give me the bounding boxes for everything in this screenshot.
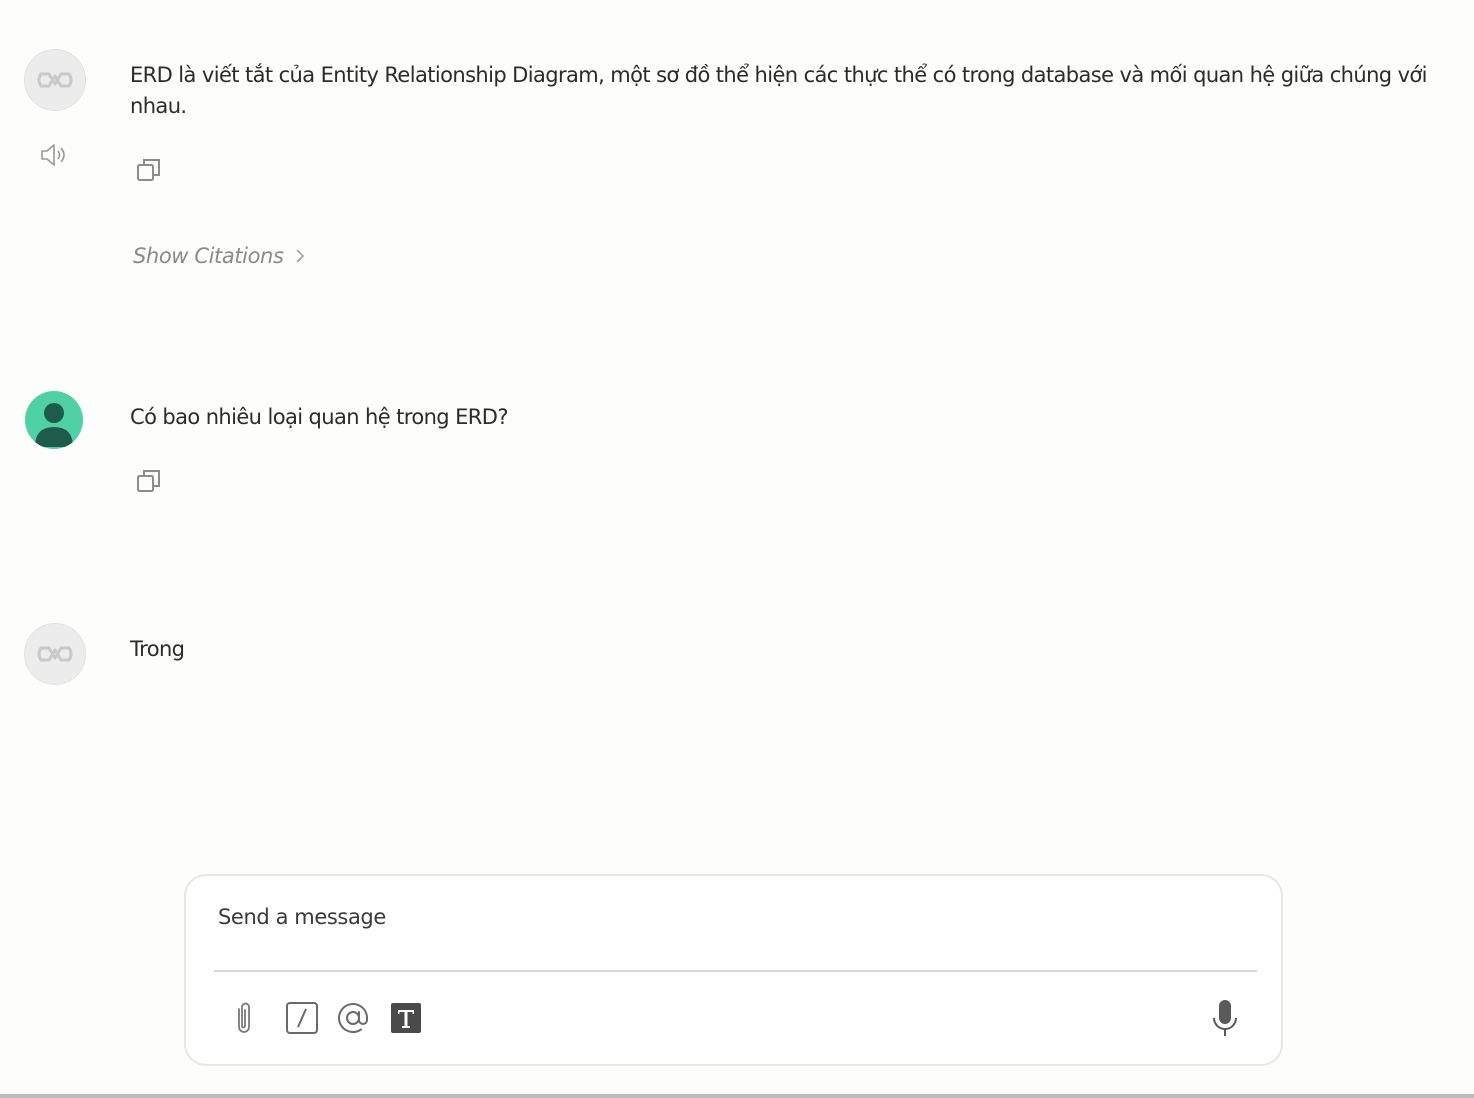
bot-logo-icon	[37, 72, 73, 88]
bot-avatar	[24, 623, 86, 685]
microphone-icon	[1213, 1000, 1237, 1036]
user-message-text: Có bao nhiêu loại quan hệ trong ERD?	[130, 405, 508, 429]
bottom-border	[0, 1094, 1474, 1098]
assistant-message-text: ERD là viết tắt của Entity Relationship …	[130, 63, 1428, 118]
message-input[interactable]	[216, 896, 1250, 938]
slash-command-icon	[286, 1002, 318, 1034]
copy-button[interactable]	[132, 464, 166, 498]
chat-thread: ERD là viết tắt của Entity Relationship …	[0, 0, 1474, 860]
slash-command-button[interactable]	[282, 998, 322, 1038]
message-composer	[184, 874, 1283, 1066]
user-icon	[35, 403, 73, 447]
copy-button[interactable]	[132, 153, 166, 187]
speaker-icon	[41, 144, 65, 166]
show-citations-label: Show Citations	[133, 244, 284, 268]
text-format-icon	[391, 1003, 421, 1033]
chevron-right-icon	[295, 249, 304, 263]
speaker-button[interactable]	[38, 138, 72, 172]
composer-divider	[214, 970, 1257, 972]
text-format-button[interactable]	[386, 998, 426, 1038]
show-citations-link[interactable]: Show Citations	[133, 244, 306, 268]
bot-logo-icon	[37, 646, 73, 662]
copy-icon	[137, 159, 160, 181]
copy-icon	[137, 470, 160, 492]
assistant-message-text: Trong	[130, 637, 185, 661]
mention-icon	[338, 1003, 368, 1033]
bot-avatar	[24, 49, 86, 111]
paperclip-icon	[238, 1002, 250, 1033]
user-avatar	[25, 391, 83, 449]
voice-input-button[interactable]	[1205, 998, 1245, 1038]
attach-button[interactable]	[224, 998, 264, 1038]
mention-button[interactable]	[333, 998, 373, 1038]
